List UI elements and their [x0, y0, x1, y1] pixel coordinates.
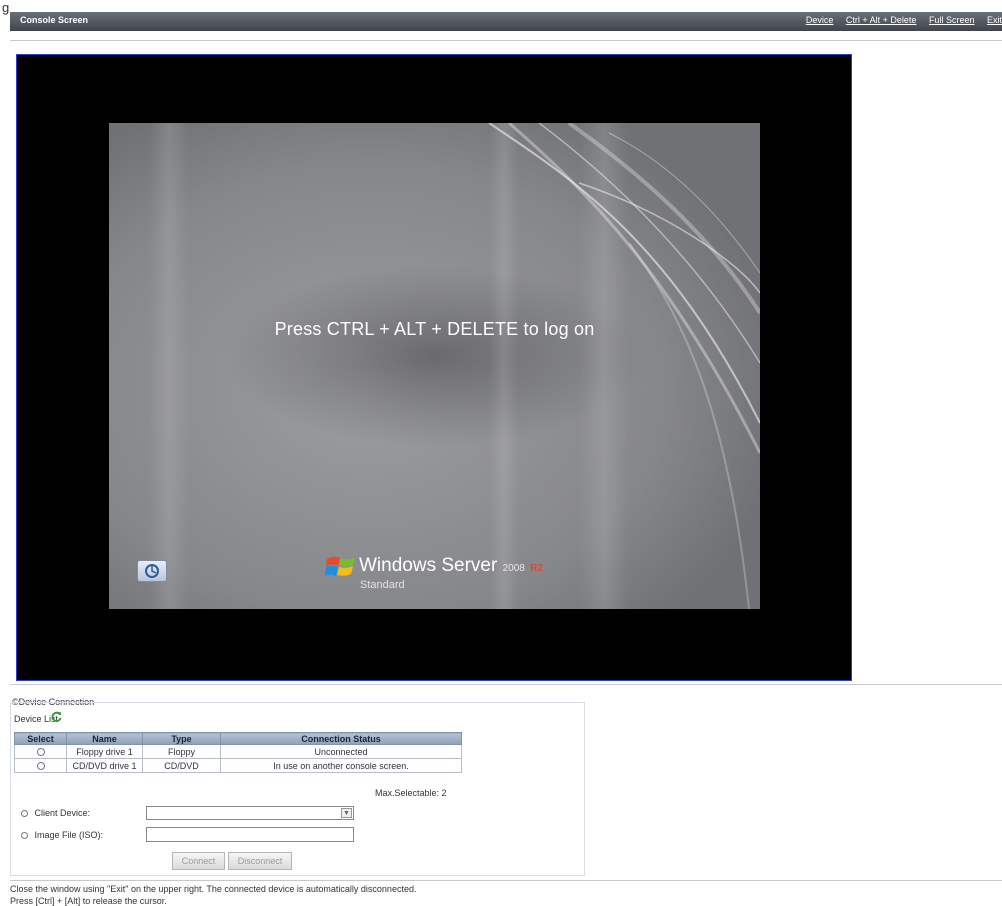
top-menu: Device Ctrl + Alt + Delete Full Screen E…: [796, 15, 1002, 25]
column-header-connection-status: Connection Status: [220, 732, 462, 745]
light-swoosh-graphic: [488, 123, 760, 609]
table-row: Floppy drive 1 Floppy Unconnected: [14, 744, 462, 759]
ease-of-access-icon: [145, 564, 159, 578]
menu-ctrl-alt-delete-link[interactable]: Ctrl + Alt + Delete: [846, 15, 917, 25]
refresh-icon[interactable]: [51, 711, 62, 722]
table-header-row: Select Name Type Connection Status: [14, 732, 462, 745]
window-title: Console Screen: [20, 15, 89, 25]
device-type-cell: CD/DVD: [142, 758, 221, 773]
footer-divider: [10, 880, 1002, 881]
footer-instructions: Close the window using "Exit" on the upp…: [10, 884, 417, 894]
max-selectable-text: Max.Selectable: 2: [375, 788, 447, 798]
table-row: CD/DVD drive 1 CD/DVD In use on another …: [14, 758, 462, 773]
select-radio[interactable]: [36, 762, 45, 771]
select-cell: [14, 758, 67, 773]
connection-status-cell: Unconnected: [220, 744, 462, 759]
menu-exit-link[interactable]: Exit: [987, 15, 1002, 25]
windows-flag-icon: [325, 556, 355, 576]
client-device-row: Client Device:: [21, 808, 90, 818]
device-type-cell: Floppy: [142, 744, 221, 759]
windows-login-screen[interactable]: Press CTRL + ALT + DELETE to log on Wind…: [109, 123, 760, 609]
section-divider: [10, 684, 1002, 685]
device-name-cell: Floppy drive 1: [66, 744, 143, 759]
connect-button[interactable]: Connect: [172, 852, 225, 870]
disconnect-button[interactable]: Disconnect: [228, 852, 292, 870]
title-bar: Console Screen Device Ctrl + Alt + Delet…: [10, 12, 1002, 31]
connection-status-cell: In use on another console screen.: [220, 758, 462, 773]
top-divider: [10, 40, 1002, 41]
select-cell: [14, 744, 67, 759]
image-file-radio[interactable]: [21, 832, 28, 840]
client-device-select[interactable]: ▼: [146, 806, 354, 820]
chevron-down-icon[interactable]: ▼: [341, 808, 352, 818]
device-connection-panel: Device List Select Name Type Connection …: [10, 702, 585, 876]
device-name-cell: CD/DVD drive 1: [66, 758, 143, 773]
login-prompt: Press CTRL + ALT + DELETE to log on: [274, 319, 595, 339]
product-edition: Standard: [360, 579, 405, 591]
ease-of-access-button[interactable]: [137, 560, 167, 582]
product-name: Windows Server 2008 R2: [359, 555, 543, 576]
windows-server-logo: Windows Server 2008 R2 Standard: [325, 551, 565, 599]
image-file-input[interactable]: [146, 827, 354, 842]
image-file-label: Image File (ISO):: [34, 830, 104, 840]
figure-label: g: [2, 0, 10, 15]
column-header-select: Select: [14, 732, 67, 745]
image-file-row: Image File (ISO):: [21, 830, 103, 840]
footer-instructions: Press [Ctrl] + [Alt] to release the curs…: [10, 896, 167, 906]
client-device-label: Client Device:: [34, 808, 91, 818]
menu-device-link[interactable]: Device: [806, 15, 834, 25]
device-list-table: Select Name Type Connection Status Flopp…: [14, 732, 462, 773]
select-radio[interactable]: [36, 748, 45, 757]
client-device-radio[interactable]: [21, 810, 28, 818]
column-header-name: Name: [66, 732, 143, 745]
column-header-type: Type: [142, 732, 221, 745]
menu-full-screen-link[interactable]: Full Screen: [929, 15, 975, 25]
